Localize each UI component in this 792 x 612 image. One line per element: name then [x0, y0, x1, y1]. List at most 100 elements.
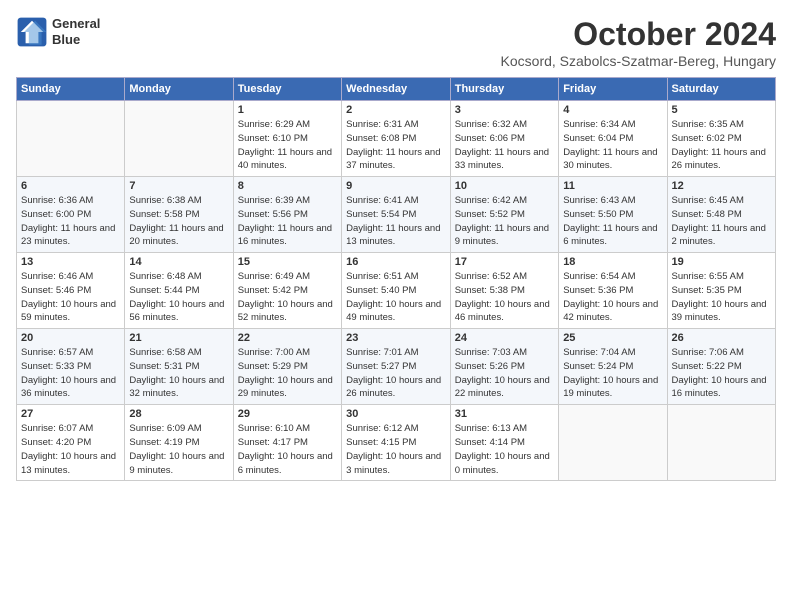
- day-number: 17: [455, 256, 554, 268]
- day-number: 1: [238, 104, 337, 116]
- calendar-cell: 31 Sunrise: 6:13 AM Sunset: 4:14 PM Dayli…: [450, 405, 558, 481]
- calendar-cell: 23Sunrise: 7:01 AM Sunset: 5:27 PM Dayli…: [342, 329, 451, 405]
- calendar-cell: 7 Sunrise: 6:38 AM Sunset: 5:58 PM Daylig…: [125, 177, 233, 253]
- day-info: Sunrise: 6:07 AM Sunset: 4:20 PM Dayligh…: [21, 422, 120, 477]
- calendar-header-row: SundayMondayTuesdayWednesdayThursdayFrid…: [17, 78, 776, 101]
- day-number: 30: [346, 408, 446, 420]
- day-info: Sunrise: 6:48 AM Sunset: 5:44 PM Dayligh…: [129, 270, 228, 325]
- day-number: 27: [21, 408, 120, 420]
- day-info: Sunrise: 6:31 AM Sunset: 6:08 PM Dayligh…: [346, 118, 446, 173]
- day-number: 31: [455, 408, 554, 420]
- day-info: Sunrise: 7:06 AM Sunset: 5:22 PM Dayligh…: [672, 346, 771, 401]
- calendar-cell: 17 Sunrise: 6:52 AM Sunset: 5:38 PM Dayli…: [450, 253, 558, 329]
- calendar-cell: 1Sunrise: 6:29 AM Sunset: 6:10 PM Daylig…: [233, 101, 341, 177]
- day-info: Sunrise: 6:46 AM Sunset: 5:46 PM Dayligh…: [21, 270, 120, 325]
- day-number: 13: [21, 256, 120, 268]
- day-number: 18: [563, 256, 662, 268]
- day-number: 4: [563, 104, 662, 116]
- day-number: 3: [455, 104, 554, 116]
- day-number: 5: [672, 104, 771, 116]
- day-number: 12: [672, 180, 771, 192]
- calendar-cell: 12 Sunrise: 6:45 AM Sunset: 5:48 PM Dayli…: [667, 177, 775, 253]
- calendar-cell: 9 Sunrise: 6:41 AM Sunset: 5:54 PM Daylig…: [342, 177, 451, 253]
- day-info: Sunrise: 6:10 AM Sunset: 4:17 PM Dayligh…: [238, 422, 337, 477]
- day-info: Sunrise: 7:00 AM Sunset: 5:29 PM Dayligh…: [238, 346, 337, 401]
- calendar-cell: 2 Sunrise: 6:31 AM Sunset: 6:08 PM Daylig…: [342, 101, 451, 177]
- calendar-cell: 21 Sunrise: 6:58 AM Sunset: 5:31 PM Dayli…: [125, 329, 233, 405]
- day-info: Sunrise: 6:45 AM Sunset: 5:48 PM Dayligh…: [672, 194, 771, 249]
- calendar-cell: 18 Sunrise: 6:54 AM Sunset: 5:36 PM Dayli…: [559, 253, 667, 329]
- day-info: Sunrise: 6:52 AM Sunset: 5:38 PM Dayligh…: [455, 270, 554, 325]
- location-title: Kocsord, Szabolcs-Szatmar-Bereg, Hungary: [501, 53, 776, 69]
- day-number: 8: [238, 180, 337, 192]
- calendar-cell: 26 Sunrise: 7:06 AM Sunset: 5:22 PM Dayli…: [667, 329, 775, 405]
- calendar-cell: 5 Sunrise: 6:35 AM Sunset: 6:02 PM Daylig…: [667, 101, 775, 177]
- day-info: Sunrise: 6:38 AM Sunset: 5:58 PM Dayligh…: [129, 194, 228, 249]
- weekday-header: Wednesday: [342, 78, 451, 101]
- day-number: 2: [346, 104, 446, 116]
- day-info: Sunrise: 6:32 AM Sunset: 6:06 PM Dayligh…: [455, 118, 554, 173]
- day-number: 26: [672, 332, 771, 344]
- calendar-cell: 11 Sunrise: 6:43 AM Sunset: 5:50 PM Dayli…: [559, 177, 667, 253]
- calendar-cell: [125, 101, 233, 177]
- calendar-cell: 20 Sunrise: 6:57 AM Sunset: 5:33 PM Dayli…: [17, 329, 125, 405]
- day-number: 24: [455, 332, 554, 344]
- day-number: 16: [346, 256, 446, 268]
- day-info: Sunrise: 6:55 AM Sunset: 5:35 PM Dayligh…: [672, 270, 771, 325]
- calendar-cell: 22 Sunrise: 7:00 AM Sunset: 5:29 PM Dayli…: [233, 329, 341, 405]
- day-number: 20: [21, 332, 120, 344]
- day-number: 15: [238, 256, 337, 268]
- day-info: Sunrise: 6:09 AM Sunset: 4:19 PM Dayligh…: [129, 422, 228, 477]
- day-number: 22: [238, 332, 337, 344]
- day-info: Sunrise: 6:57 AM Sunset: 5:33 PM Dayligh…: [21, 346, 120, 401]
- day-info: Sunrise: 6:42 AM Sunset: 5:52 PM Dayligh…: [455, 194, 554, 249]
- calendar-cell: 28 Sunrise: 6:09 AM Sunset: 4:19 PM Dayli…: [125, 405, 233, 481]
- day-number: 25: [563, 332, 662, 344]
- weekday-header: Saturday: [667, 78, 775, 101]
- day-info: Sunrise: 6:36 AM Sunset: 6:00 PM Dayligh…: [21, 194, 120, 249]
- day-number: 29: [238, 408, 337, 420]
- day-info: Sunrise: 6:41 AM Sunset: 5:54 PM Dayligh…: [346, 194, 446, 249]
- calendar-cell: 4 Sunrise: 6:34 AM Sunset: 6:04 PM Daylig…: [559, 101, 667, 177]
- day-info: Sunrise: 6:34 AM Sunset: 6:04 PM Dayligh…: [563, 118, 662, 173]
- calendar-cell: 24 Sunrise: 7:03 AM Sunset: 5:26 PM Dayli…: [450, 329, 558, 405]
- month-title: October 2024: [501, 16, 776, 53]
- day-info: Sunrise: 7:01 AM Sunset: 5:27 PM Dayligh…: [346, 346, 446, 401]
- calendar-cell: 25 Sunrise: 7:04 AM Sunset: 5:24 PM Dayli…: [559, 329, 667, 405]
- calendar-week-row: 27 Sunrise: 6:07 AM Sunset: 4:20 PM Dayli…: [17, 405, 776, 481]
- calendar-cell: 13 Sunrise: 6:46 AM Sunset: 5:46 PM Dayli…: [17, 253, 125, 329]
- general-blue-logo-icon: [16, 16, 48, 48]
- calendar-week-row: 1Sunrise: 6:29 AM Sunset: 6:10 PM Daylig…: [17, 101, 776, 177]
- day-number: 7: [129, 180, 228, 192]
- day-info: Sunrise: 6:49 AM Sunset: 5:42 PM Dayligh…: [238, 270, 337, 325]
- day-number: 28: [129, 408, 228, 420]
- title-block: October 2024 Kocsord, Szabolcs-Szatmar-B…: [501, 16, 776, 69]
- calendar-cell: 10 Sunrise: 6:42 AM Sunset: 5:52 PM Dayli…: [450, 177, 558, 253]
- weekday-header: Sunday: [17, 78, 125, 101]
- calendar-week-row: 13 Sunrise: 6:46 AM Sunset: 5:46 PM Dayli…: [17, 253, 776, 329]
- calendar-cell: 27 Sunrise: 6:07 AM Sunset: 4:20 PM Dayli…: [17, 405, 125, 481]
- weekday-header: Friday: [559, 78, 667, 101]
- day-number: 10: [455, 180, 554, 192]
- logo-text: General Blue: [52, 16, 100, 47]
- day-number: 21: [129, 332, 228, 344]
- day-number: 9: [346, 180, 446, 192]
- calendar-cell: 16Sunrise: 6:51 AM Sunset: 5:40 PM Dayli…: [342, 253, 451, 329]
- day-info: Sunrise: 6:54 AM Sunset: 5:36 PM Dayligh…: [563, 270, 662, 325]
- day-info: Sunrise: 6:12 AM Sunset: 4:15 PM Dayligh…: [346, 422, 446, 477]
- day-info: Sunrise: 6:35 AM Sunset: 6:02 PM Dayligh…: [672, 118, 771, 173]
- calendar-cell: 14Sunrise: 6:48 AM Sunset: 5:44 PM Dayli…: [125, 253, 233, 329]
- logo: General Blue: [16, 16, 100, 48]
- calendar-cell: 30 Sunrise: 6:12 AM Sunset: 4:15 PM Dayli…: [342, 405, 451, 481]
- day-info: Sunrise: 7:04 AM Sunset: 5:24 PM Dayligh…: [563, 346, 662, 401]
- header: General Blue October 2024 Kocsord, Szabo…: [16, 16, 776, 69]
- day-number: 11: [563, 180, 662, 192]
- day-info: Sunrise: 7:03 AM Sunset: 5:26 PM Dayligh…: [455, 346, 554, 401]
- calendar-cell: [667, 405, 775, 481]
- calendar-cell: 19 Sunrise: 6:55 AM Sunset: 5:35 PM Dayli…: [667, 253, 775, 329]
- day-info: Sunrise: 6:13 AM Sunset: 4:14 PM Dayligh…: [455, 422, 554, 477]
- calendar-cell: [17, 101, 125, 177]
- day-info: Sunrise: 6:43 AM Sunset: 5:50 PM Dayligh…: [563, 194, 662, 249]
- day-number: 19: [672, 256, 771, 268]
- day-info: Sunrise: 6:58 AM Sunset: 5:31 PM Dayligh…: [129, 346, 228, 401]
